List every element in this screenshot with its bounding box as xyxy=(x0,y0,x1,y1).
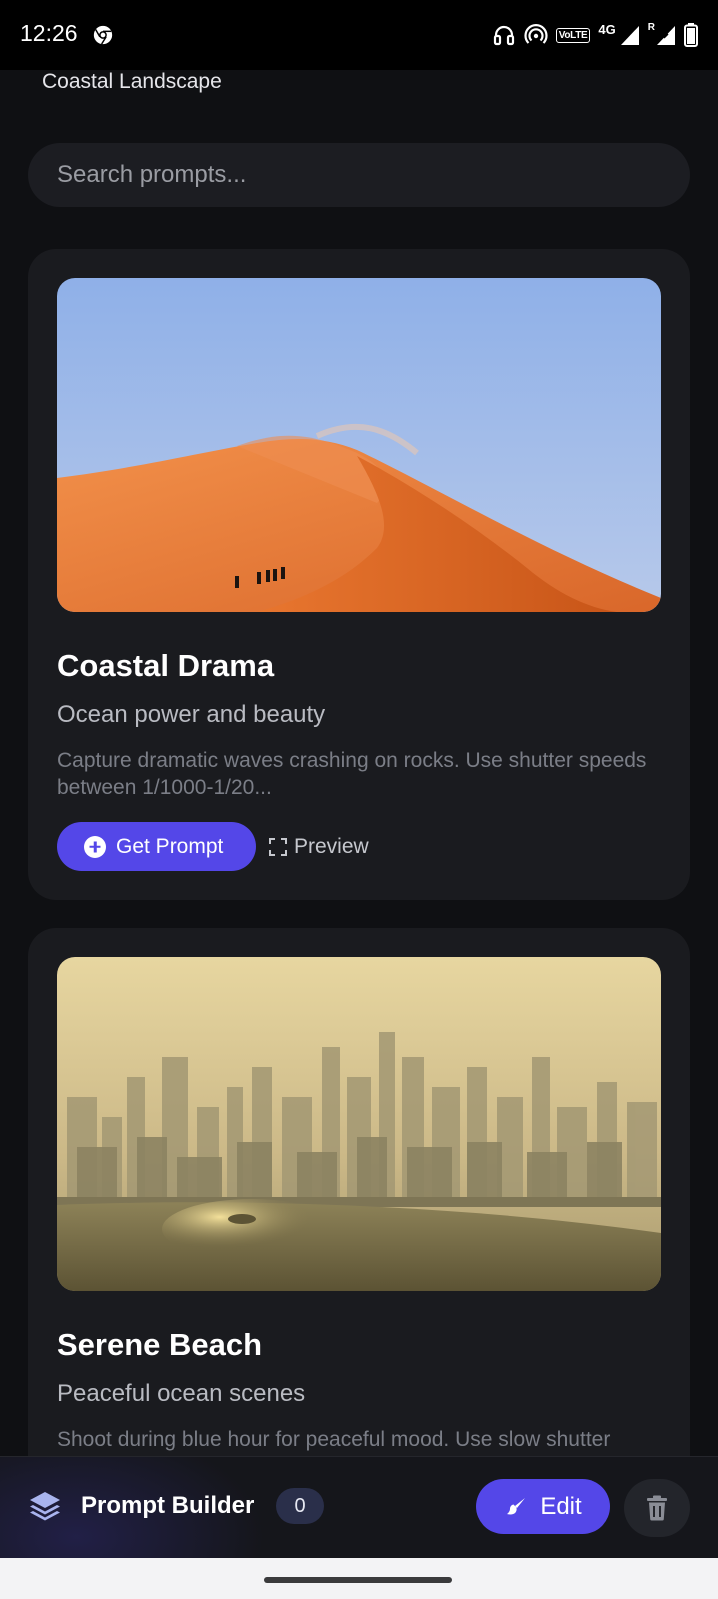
layers-icon xyxy=(30,1492,60,1521)
trash-icon xyxy=(647,1495,667,1521)
preview-button[interactable]: Preview xyxy=(268,822,369,871)
gesture-nav-area xyxy=(0,1558,718,1599)
card-image-desert xyxy=(57,278,661,612)
roaming-mark: R xyxy=(647,21,655,33)
prompt-card: Serene Beach Peaceful ocean scenes Shoot… xyxy=(28,928,690,1488)
roaming-signal-icon xyxy=(657,26,675,45)
card-description: Shoot during blue hour for peaceful mood… xyxy=(57,1428,611,1451)
delete-button[interactable] xyxy=(624,1479,690,1537)
card-subtitle: Ocean power and beauty xyxy=(57,701,326,728)
expand-icon xyxy=(269,837,287,856)
prompt-card: Coastal Drama Ocean power and beauty Cap… xyxy=(28,249,690,900)
card-title: Serene Beach xyxy=(57,1327,263,1362)
prompt-builder-title: Prompt Builder xyxy=(81,1492,255,1519)
get-prompt-button[interactable]: Get Prompt xyxy=(57,822,256,871)
hotspot-icon xyxy=(524,24,548,44)
headphones-icon xyxy=(493,25,514,46)
card-subtitle: Peaceful ocean scenes xyxy=(57,1380,306,1407)
preview-label: Preview xyxy=(294,834,369,858)
network-type: 4G xyxy=(598,21,616,37)
signal-icon xyxy=(620,26,639,45)
context-label: Coastal Landscape xyxy=(42,70,222,93)
get-prompt-label: Get Prompt xyxy=(116,834,224,858)
status-icons: VoLTE 4G R xyxy=(492,20,698,50)
home-gesture-handle[interactable] xyxy=(264,1577,452,1583)
volte-icon: VoLTE xyxy=(555,27,591,43)
prompt-builder-bar: Prompt Builder 0 Edit xyxy=(0,1456,718,1558)
battery-icon xyxy=(684,23,698,47)
card-title: Coastal Drama xyxy=(57,648,275,683)
edit-button[interactable]: Edit xyxy=(476,1479,610,1534)
add-circle-icon xyxy=(84,835,106,858)
status-bar: 12:26 VoLTE 4G R xyxy=(0,0,718,70)
edit-label: Edit xyxy=(540,1492,582,1520)
prompt-count-badge: 0 xyxy=(276,1488,324,1524)
status-time: 12:26 xyxy=(20,20,78,46)
card-description: Capture dramatic waves crashing on rocks… xyxy=(57,749,647,799)
search-input[interactable] xyxy=(28,143,690,207)
chrome-icon xyxy=(93,25,113,45)
card-image-city xyxy=(57,957,661,1291)
brush-icon xyxy=(507,1497,526,1514)
